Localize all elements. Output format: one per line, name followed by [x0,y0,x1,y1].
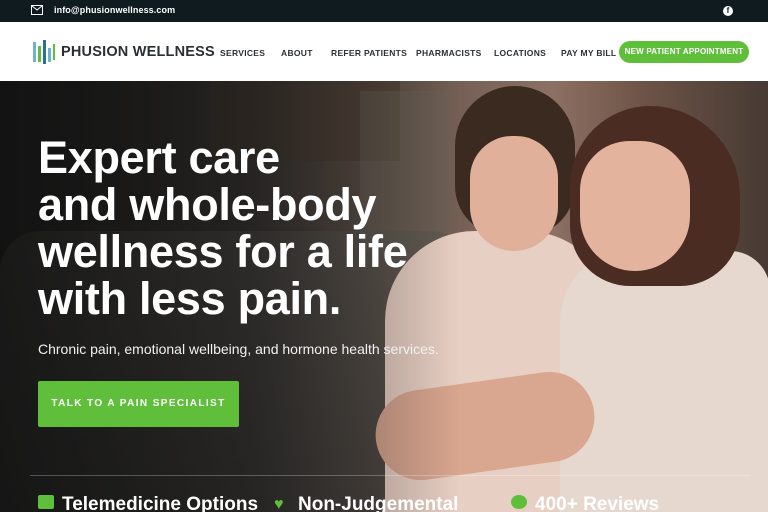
review-badge-icon [511,495,527,509]
nav-services[interactable]: SERVICES [220,48,265,58]
top-contact-bar: info@phusionwellness.com f [0,0,768,22]
nav-locations[interactable]: LOCATIONS [494,48,546,58]
hero-subtitle: Chronic pain, emotional wellbeing, and h… [38,341,439,357]
talk-to-pain-specialist-button[interactable]: TALK TO A PAIN SPECIALIST [38,381,239,427]
contact-email-link[interactable]: info@phusionwellness.com [54,5,175,15]
mail-icon [31,5,43,15]
nav-pharmacists[interactable]: PHARMACISTS [416,48,482,58]
feature-telemedicine: Telemedicine Options [38,494,258,512]
feature-reviews: 400+ Reviews [511,494,659,512]
heart-icon: ♥ [274,496,284,512]
hero-headline: Expert care and whole-body wellness for … [38,132,408,324]
video-camera-icon [38,495,54,509]
nav-refer-patients[interactable]: REFER PATIENTS [331,48,407,58]
facebook-icon[interactable]: f [723,6,733,16]
feature-non-judgemental: ♥ Non-Judgemental [274,494,459,512]
brand-name[interactable]: PHUSION WELLNESS [61,44,215,60]
logo-icon[interactable] [32,40,56,64]
nav-pay-my-bill[interactable]: PAY MY BILL [561,48,616,58]
hero-photo-woman-right [560,251,768,512]
site-header: PHUSION WELLNESS SERVICES ABOUT REFER PA… [0,22,768,81]
feature-divider [30,475,750,476]
new-patient-appointment-button[interactable]: NEW PATIENT APPOINTMENT [619,41,749,63]
nav-about[interactable]: ABOUT [281,48,313,58]
